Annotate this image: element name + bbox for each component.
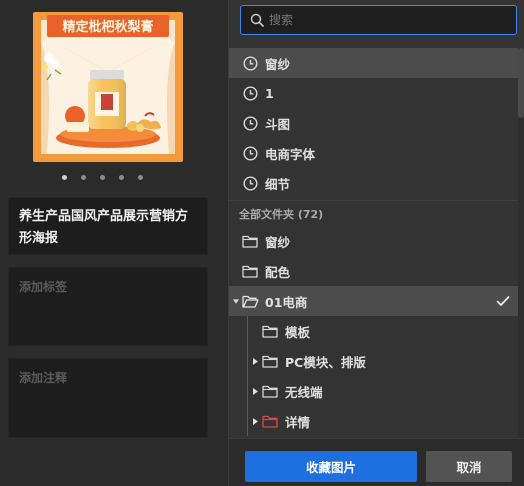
recent-item[interactable]: 细节: [229, 168, 522, 198]
caret-down-icon[interactable]: [233, 298, 239, 304]
preview-image[interactable]: 精定枇杷秋梨膏: [33, 12, 183, 162]
recent-item[interactable]: 电商字体: [229, 138, 522, 168]
recent-item-label: 细节: [265, 176, 291, 192]
folder-icon: [261, 352, 279, 370]
subfolder-item[interactable]: 无线端: [229, 376, 522, 406]
folder-label: 窗纱: [265, 234, 291, 250]
folder-list: 窗纱 1 斗图 电商字体 细节 全部文件夹 (72) 窗纱 配色 01电商 模板…: [229, 48, 522, 438]
recent-item[interactable]: 斗图: [229, 108, 522, 138]
clock-icon: [241, 144, 259, 162]
asset-title: 养生产品国风产品展示营销方形海报: [19, 209, 189, 246]
folder-item[interactable]: 窗纱: [229, 226, 522, 256]
folder-open-icon: [241, 292, 259, 310]
carousel-dot[interactable]: [100, 175, 105, 180]
subfolder-item[interactable]: 模板: [229, 316, 522, 346]
collect-image-button[interactable]: 收藏图片: [245, 451, 417, 482]
asset-info-panel: 精定枇杷秋梨膏 养生产品国风产品展示营销方形海报 添加标签 添加注释: [0, 0, 222, 486]
clock-icon: [241, 54, 259, 72]
search-icon: [250, 13, 264, 27]
caret-right-icon[interactable]: [252, 387, 258, 395]
folder-icon: [241, 262, 259, 280]
folder-picker-panel: 窗纱 1 斗图 电商字体 细节 全部文件夹 (72): [228, 0, 524, 486]
subfolder-item[interactable]: 详情: [229, 406, 522, 436]
folder-red-icon: [261, 412, 279, 430]
poster-illustration: 精定枇杷秋梨膏: [33, 12, 183, 162]
clock-icon: [241, 174, 259, 192]
note-input[interactable]: 添加注释: [8, 358, 208, 438]
caret-right-icon[interactable]: [252, 417, 258, 425]
all-folders-header: 全部文件夹 (72): [229, 200, 522, 226]
recent-item-label: 斗图: [265, 116, 291, 132]
recent-item[interactable]: 窗纱: [229, 48, 522, 78]
scrollbar-thumb[interactable]: [518, 48, 524, 118]
folder-label: 模板: [285, 324, 311, 340]
folder-label: 详情: [285, 414, 311, 430]
clock-icon: [241, 84, 259, 102]
recent-item-label: 电商字体: [265, 146, 316, 162]
carousel-dot[interactable]: [119, 175, 124, 180]
check-icon: [496, 296, 510, 306]
folder-label: 配色: [265, 264, 291, 280]
tag-placeholder: 添加标签: [19, 280, 68, 294]
carousel-dot[interactable]: [62, 175, 67, 180]
folder-icon: [261, 322, 279, 340]
scrollbar[interactable]: [518, 48, 524, 438]
folder-label: 无线端: [285, 384, 323, 400]
folder-item-expanded[interactable]: 01电商: [229, 286, 522, 316]
caret-right-icon[interactable]: [252, 357, 258, 365]
cancel-button[interactable]: 取消: [426, 451, 512, 482]
carousel-dot[interactable]: [81, 175, 86, 180]
carousel-dot[interactable]: [138, 175, 143, 180]
recent-item-label: 1: [265, 85, 274, 101]
tag-input[interactable]: 添加标签: [8, 267, 208, 346]
recent-item[interactable]: 1: [229, 78, 522, 108]
carousel-dots: [62, 175, 143, 180]
folder-label: PC模块、排版: [285, 354, 366, 370]
folder-icon: [261, 382, 279, 400]
asset-title-field[interactable]: 养生产品国风产品展示营销方形海报: [8, 197, 208, 255]
poster-title: 精定枇杷秋梨膏: [62, 19, 153, 35]
folder-icon: [241, 232, 259, 250]
search-input[interactable]: [269, 10, 509, 30]
folder-label: 01电商: [265, 294, 308, 310]
action-bar: 收藏图片 取消: [229, 438, 524, 486]
note-placeholder: 添加注释: [19, 371, 68, 385]
subfolder-item[interactable]: PC模块、排版: [229, 346, 522, 376]
clock-icon: [241, 114, 259, 132]
folder-item[interactable]: 配色: [229, 256, 522, 286]
recent-item-label: 窗纱: [265, 56, 291, 72]
search-box[interactable]: [240, 5, 517, 35]
